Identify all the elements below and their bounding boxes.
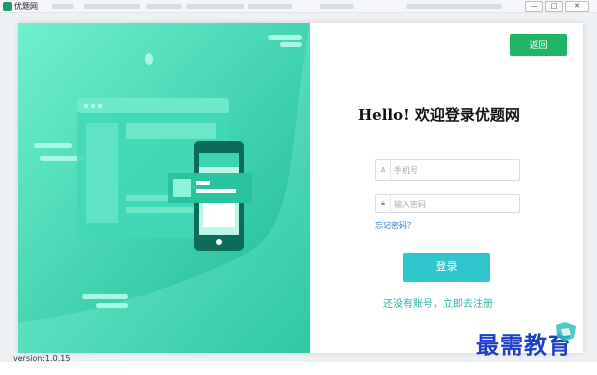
watermark-logo	[556, 322, 576, 342]
floating-card-shape	[168, 173, 252, 203]
hero-illustration	[18, 23, 310, 353]
window-titlebar: 优题网 — □ ✕	[0, 0, 597, 13]
cloud-shape	[34, 143, 72, 148]
password-input[interactable]	[394, 196, 514, 212]
login-dialog: 返回 Hello! 欢迎登录优题网 ♙ 🔒︎ 忘记密码？ 登录 还没有账号，立即…	[18, 23, 583, 353]
close-icon[interactable]: ✕	[565, 1, 589, 12]
login-button[interactable]: 登录	[403, 253, 490, 282]
user-icon: ♙	[376, 160, 391, 180]
phone-field[interactable]: ♙	[375, 159, 520, 181]
lock-icon: 🔒︎	[376, 195, 391, 212]
blurred-tab	[406, 4, 502, 9]
window-title: 优题网	[14, 2, 38, 11]
blurred-tab	[320, 4, 354, 9]
register-link[interactable]: 还没有账号，立即去注册	[383, 295, 493, 310]
blurred-tab	[84, 4, 140, 9]
blurred-tab	[146, 4, 182, 9]
blurred-tab	[248, 4, 292, 9]
cloud-shape	[82, 294, 128, 299]
cloud-shape	[96, 303, 128, 308]
login-heading: Hello! 欢迎登录优题网	[358, 106, 520, 124]
window-controls: — □ ✕	[525, 1, 589, 12]
balloon-shape	[145, 53, 153, 65]
version-label: version:1.0.15	[13, 354, 71, 363]
password-field[interactable]: 🔒︎	[375, 194, 520, 213]
hero-svg	[18, 23, 310, 353]
back-button[interactable]: 返回	[510, 34, 567, 56]
blurred-tab	[52, 4, 74, 9]
forgot-password-link[interactable]: 忘记密码？	[375, 220, 415, 231]
cloud-shape	[280, 42, 302, 47]
blurred-tab	[186, 4, 244, 9]
app-icon	[3, 2, 12, 11]
login-form: 返回 Hello! 欢迎登录优题网 ♙ 🔒︎ 忘记密码？ 登录 还没有账号，立即…	[310, 23, 583, 353]
phone-input[interactable]	[394, 162, 514, 178]
maximize-icon[interactable]: □	[545, 1, 563, 12]
minimize-icon[interactable]: —	[525, 1, 543, 12]
cloud-shape	[268, 35, 302, 40]
